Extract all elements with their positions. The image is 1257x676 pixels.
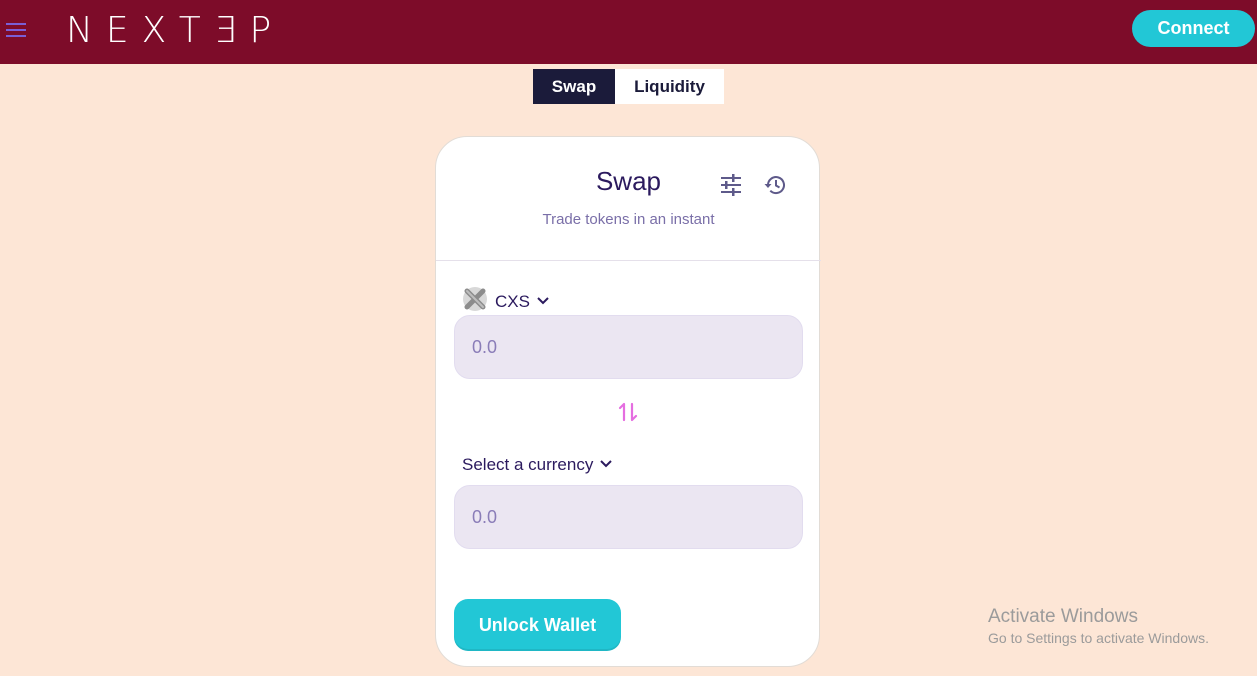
to-token-selector[interactable]: Select a currency bbox=[462, 455, 613, 475]
chevron-down-icon bbox=[599, 455, 613, 475]
from-token-selector[interactable]: CXS bbox=[461, 285, 550, 318]
from-amount-input[interactable] bbox=[454, 315, 803, 379]
hamburger-menu-icon[interactable] bbox=[4, 18, 28, 42]
tab-swap[interactable]: Swap bbox=[533, 69, 615, 104]
connect-button[interactable]: Connect bbox=[1132, 10, 1255, 47]
history-icon[interactable] bbox=[763, 173, 787, 197]
watermark-subtitle: Go to Settings to activate Windows. bbox=[988, 630, 1209, 646]
divider bbox=[436, 260, 821, 261]
from-token-symbol: CXS bbox=[495, 291, 530, 311]
top-navbar: NEXTƎP Connect bbox=[0, 0, 1257, 64]
to-token-label: Select a currency bbox=[462, 455, 594, 474]
swap-liquidity-tabs: Swap Liquidity bbox=[533, 69, 724, 104]
tab-liquidity[interactable]: Liquidity bbox=[615, 69, 724, 104]
swap-card: Swap Trade tokens in an instant CXS 0.0 … bbox=[435, 136, 821, 667]
swap-card-subtitle: Trade tokens in an instant bbox=[542, 211, 715, 228]
watermark-title: Activate Windows bbox=[988, 606, 1138, 627]
cxs-token-icon bbox=[461, 285, 489, 318]
swap-arrows-icon[interactable] bbox=[616, 400, 640, 424]
chevron-down-icon bbox=[536, 292, 550, 312]
logo[interactable]: NEXTƎP bbox=[66, 8, 284, 52]
activate-windows-watermark: Activate Windows Go to Settings to activ… bbox=[988, 606, 1209, 646]
sliders-icon[interactable] bbox=[719, 173, 743, 197]
to-amount-input[interactable] bbox=[454, 485, 803, 549]
unlock-wallet-button[interactable]: Unlock Wallet bbox=[454, 599, 621, 651]
